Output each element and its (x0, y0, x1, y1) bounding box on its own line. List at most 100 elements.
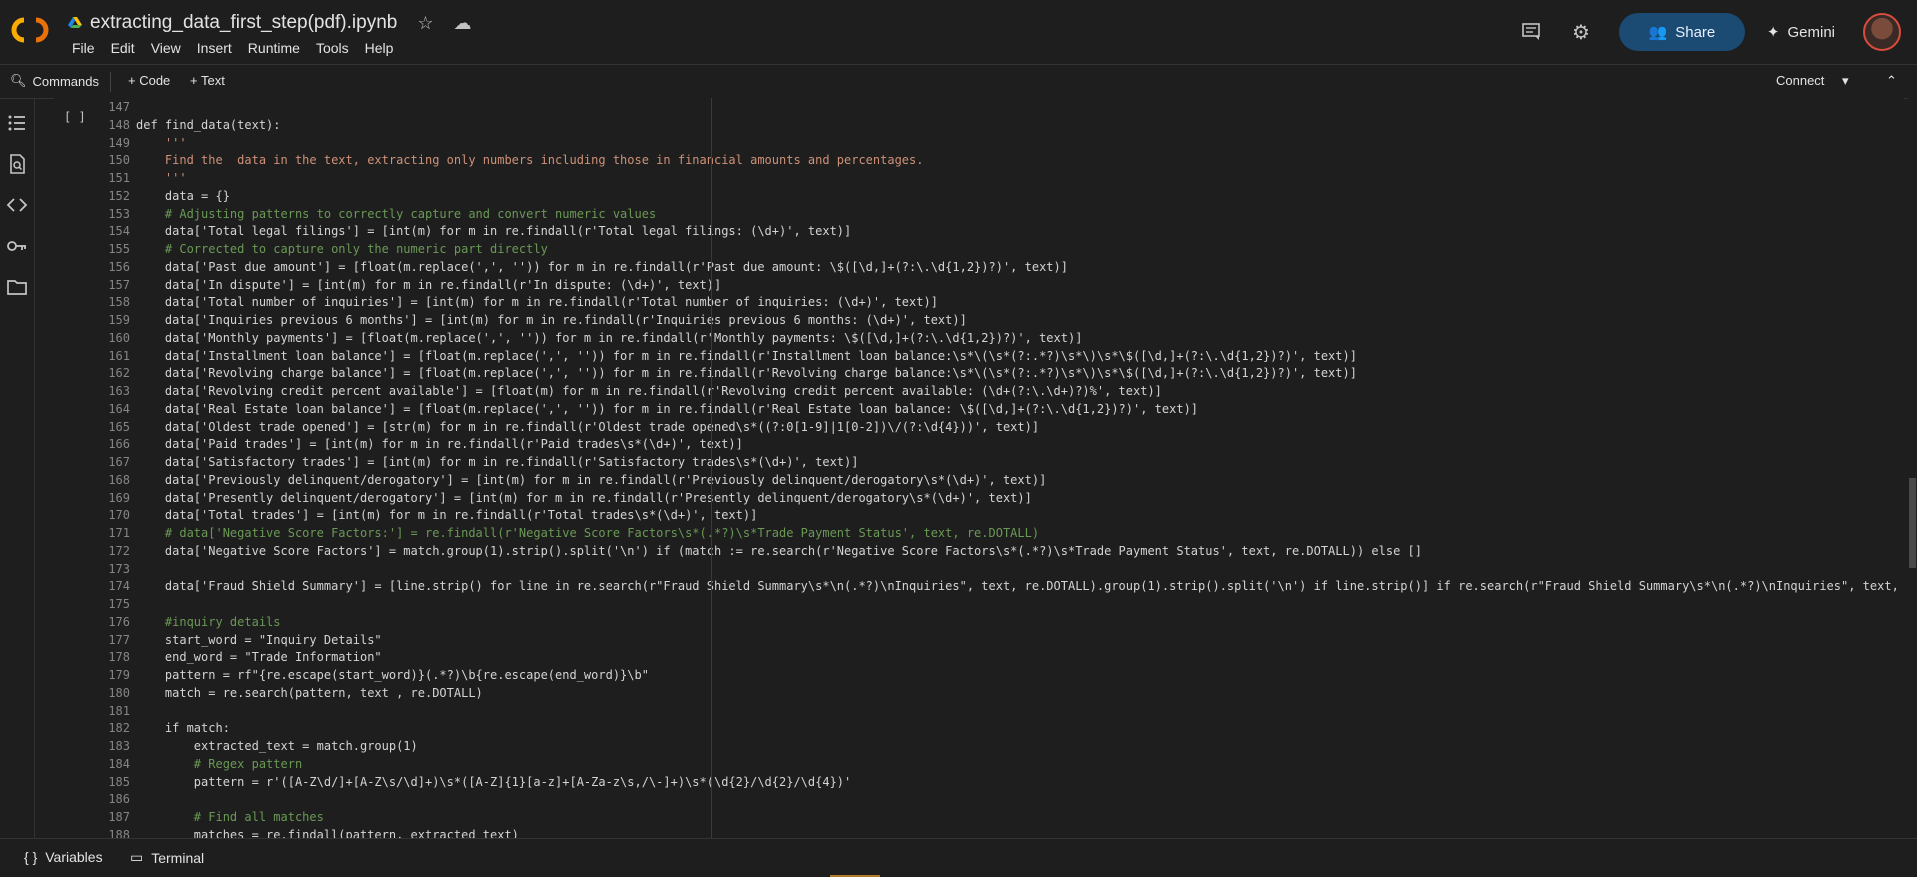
terminal-label: Terminal (151, 849, 205, 866)
menu-help[interactable]: Help (357, 40, 402, 56)
code-line[interactable]: end_word = "Trade Information" (136, 650, 382, 664)
code-line[interactable]: data['Oldest trade opened'] = [str(m) fo… (136, 420, 1039, 434)
code-line[interactable]: data['Fraud Shield Summary'] = [line.str… (136, 579, 1899, 593)
line-number: 179 (108, 668, 130, 682)
menu-view[interactable]: View (143, 40, 189, 56)
comments-icon[interactable] (1519, 20, 1543, 44)
add-text-button[interactable]: + Text (190, 73, 225, 88)
code-line[interactable]: data['Inquiries previous 6 months'] = [i… (136, 313, 967, 327)
code-line[interactable]: start_word = "Inquiry Details" (136, 633, 382, 647)
code-line[interactable]: pattern = rf"{re.escape(start_word)}(.*?… (136, 668, 649, 682)
terminal-icon: ▭ (130, 849, 144, 865)
code-line[interactable]: pattern = r'([A-Z\d/]+[A-Z\s/\d]+)\s*([A… (136, 775, 851, 789)
code-line[interactable]: data['Satisfactory trades'] = [int(m) fo… (136, 455, 859, 469)
code-line[interactable]: match = re.search(pattern, text , re.DOT… (136, 686, 483, 700)
code-line[interactable]: # data['Negative Score Factors:'] = re.f… (136, 526, 1039, 540)
star-icon[interactable]: ☆ (417, 13, 433, 34)
sparkle-icon: ✦ (1766, 24, 1780, 41)
code-line[interactable]: ''' (136, 171, 187, 185)
top-right-actions: ⚙ 👥 Share ✦ Gemini (1519, 0, 1917, 64)
vertical-scrollbar[interactable] (1908, 98, 1917, 838)
line-number: 188 (108, 827, 130, 838)
code-line[interactable]: data['Total number of inquiries'] = [int… (136, 295, 938, 309)
code-line[interactable]: data['Total legal filings'] = [int(m) fo… (136, 224, 851, 238)
line-number: 169 (108, 490, 130, 505)
share-button[interactable]: 👥 Share (1618, 13, 1745, 51)
variables-button[interactable]: { } Variables (24, 849, 103, 865)
line-number: 165 (108, 419, 130, 434)
line-number: 156 (108, 259, 130, 274)
notebook-title[interactable]: extracting_data_first_step(pdf).ipynb (90, 12, 397, 34)
colab-logo-icon[interactable] (10, 16, 50, 44)
line-number: 155 (108, 242, 130, 256)
commands-button[interactable]: 🔍︎ Commands (10, 73, 99, 89)
add-code-label: + Code (128, 73, 171, 88)
code-line[interactable]: data['Real Estate loan balance'] = [floa… (136, 402, 1198, 416)
files-folder-icon[interactable] (6, 276, 28, 298)
secrets-key-icon[interactable] (6, 235, 28, 257)
code-line[interactable]: #inquiry details (136, 615, 281, 629)
line-number: 159 (108, 313, 130, 327)
line-number: 176 (108, 614, 130, 629)
menu-runtime[interactable]: Runtime (240, 40, 308, 56)
code-line[interactable]: def find_data(text): (136, 118, 281, 132)
scrollbar-thumb[interactable] (1909, 478, 1916, 568)
code-line[interactable]: ''' (136, 136, 187, 150)
code-line[interactable]: data['Past due amount'] = [float(m.repla… (136, 260, 1068, 274)
code-snippets-icon[interactable] (6, 194, 28, 216)
line-number: 186 (108, 792, 130, 807)
variables-label: Variables (45, 849, 103, 865)
code-line[interactable]: matches = re.findall(pattern, extracted_… (136, 828, 519, 838)
line-number: 163 (108, 384, 130, 398)
code-line[interactable]: # Regex pattern (136, 757, 302, 771)
add-code-button[interactable]: + Code (128, 73, 170, 88)
code-line[interactable]: data['In dispute'] = [int(m) for m in re… (136, 278, 721, 292)
code-cell[interactable]: [ ] 147 148 def find_data(text): 149 ''' 150… (54, 98, 1904, 838)
add-text-label: + Text (190, 73, 225, 88)
line-number: 180 (108, 685, 130, 700)
code-line[interactable]: # Adjusting patterns to correctly captur… (136, 207, 656, 221)
code-line[interactable]: if match: (136, 721, 230, 735)
code-line[interactable]: data['Presently delinquent/derogatory'] … (136, 491, 1032, 505)
connect-dropdown-chevron-icon[interactable]: ▾ (1842, 73, 1849, 89)
table-of-contents-icon[interactable] (6, 112, 28, 134)
line-number: 152 (108, 188, 130, 203)
code-line[interactable]: data['Previously delinquent/derogatory']… (136, 473, 1046, 487)
connect-button[interactable]: Connect (1776, 73, 1824, 88)
line-number: 174 (108, 579, 130, 594)
code-line[interactable]: # Corrected to capture only the numeric … (136, 242, 548, 256)
code-line[interactable]: # Find all matches (136, 810, 324, 824)
code-line[interactable]: extracted_text = match.group(1) (136, 739, 418, 753)
code-line[interactable]: data['Paid trades'] = [int(m) for m in r… (136, 437, 743, 451)
line-number: 164 (108, 401, 130, 416)
code-line[interactable]: data['Negative Score Factors'] = match.g… (136, 544, 1422, 558)
collapse-chevron-up-icon[interactable]: ⌃ (1886, 73, 1897, 89)
code-line[interactable]: data['Installment loan balance'] = [floa… (136, 349, 1357, 363)
settings-gear-icon[interactable]: ⚙ (1569, 20, 1593, 44)
line-number: 171 (108, 526, 130, 540)
find-replace-icon[interactable] (6, 153, 28, 175)
menu-insert[interactable]: Insert (189, 40, 240, 56)
line-number: 173 (108, 561, 130, 576)
gemini-button[interactable]: ✦ Gemini (1766, 23, 1835, 42)
code-line[interactable]: data['Revolving charge balance'] = [floa… (136, 366, 1357, 380)
cloud-sync-icon[interactable]: ☁ (453, 13, 471, 34)
code-line[interactable]: data['Monthly payments'] = [float(m.repl… (136, 331, 1083, 345)
bottom-status-bar: { } Variables ▭ Terminal (0, 838, 1917, 877)
line-number: 161 (108, 348, 130, 363)
menu-tools[interactable]: Tools (308, 40, 357, 56)
code-line[interactable]: Find the data in the text, extracting on… (136, 153, 924, 167)
left-sidebar (0, 98, 35, 838)
code-line[interactable]: data['Revolving credit percent available… (136, 384, 1162, 398)
terminal-button[interactable]: ▭ Terminal (130, 849, 204, 866)
menu-edit[interactable]: Edit (103, 40, 143, 56)
line-number: 183 (108, 739, 130, 753)
code-line[interactable]: data['Total trades'] = [int(m) for m in … (136, 508, 757, 522)
menu-file[interactable]: File (64, 40, 103, 56)
user-avatar[interactable] (1863, 13, 1901, 51)
line-number: 150 (108, 153, 130, 168)
line-number: 147 (108, 100, 130, 114)
variables-braces-icon: { } (24, 849, 38, 865)
line-number: 151 (108, 171, 130, 185)
code-line[interactable]: data = {} (136, 189, 230, 203)
